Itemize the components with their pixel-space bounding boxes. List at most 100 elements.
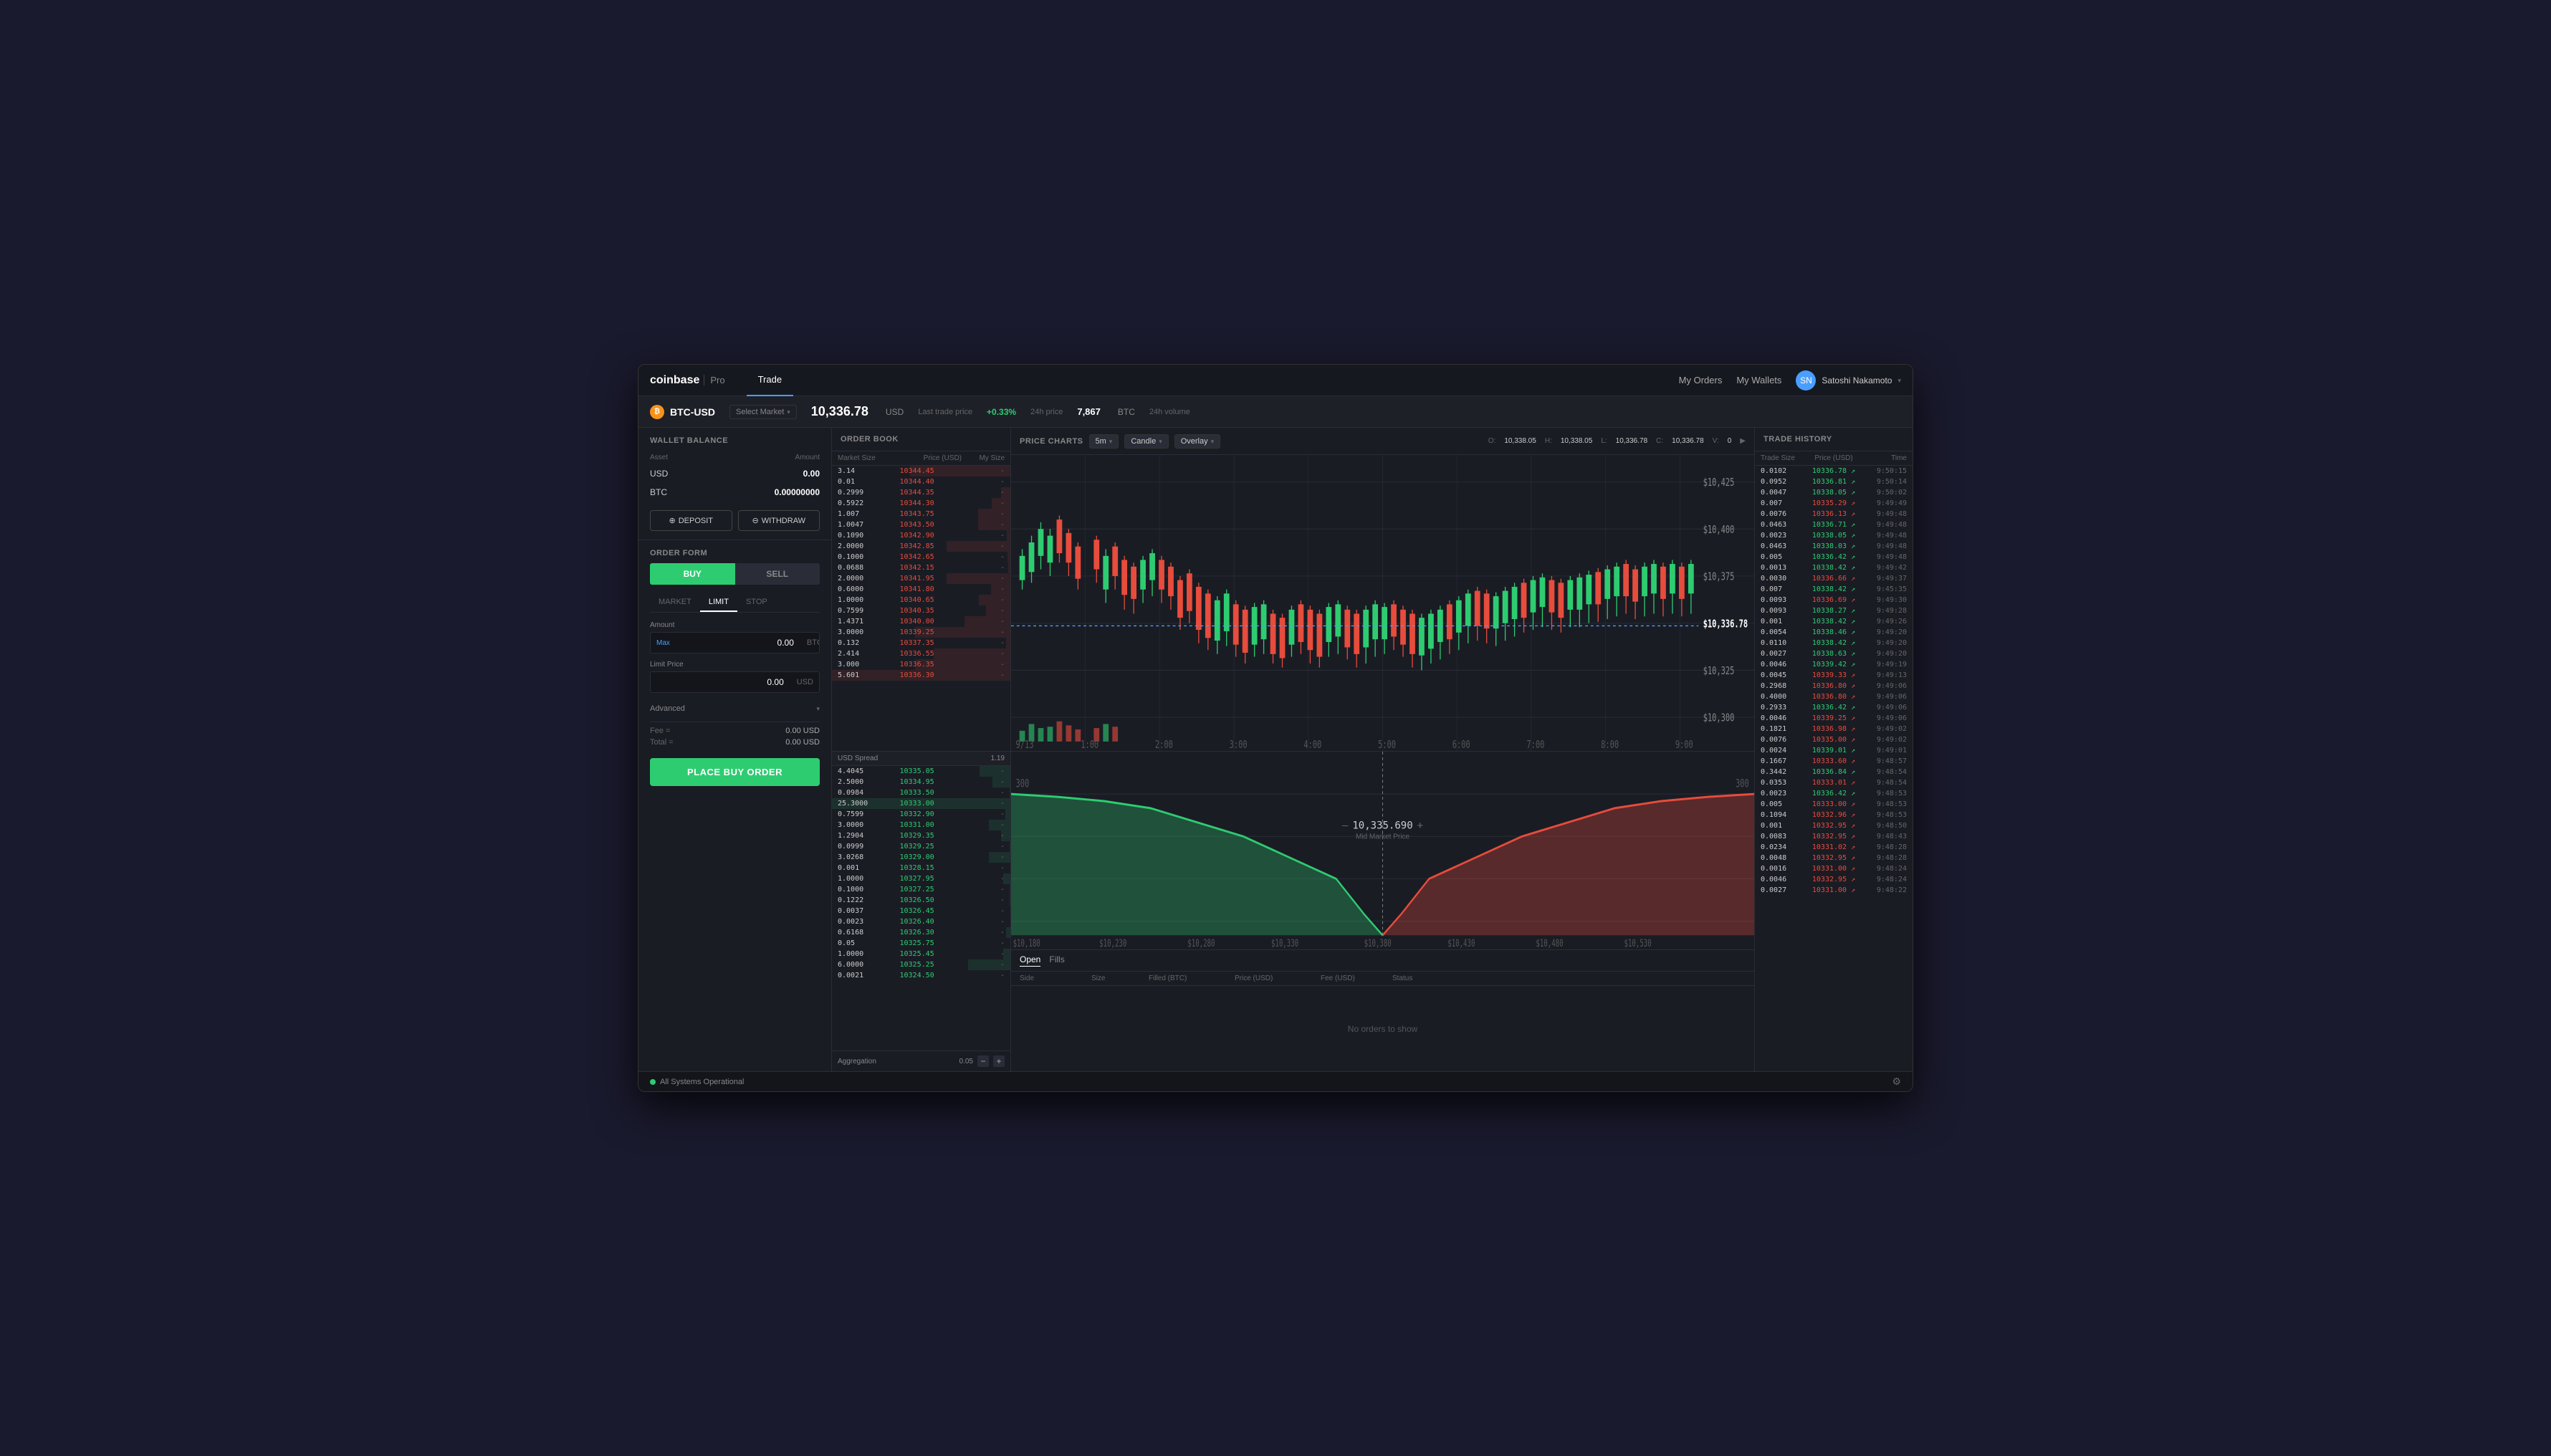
order-book-ask-row[interactable]: 3.0000 10339.25 -: [832, 627, 1010, 638]
trade-history-row[interactable]: 0.0045 10339.33 ↗ 9:49:13: [1755, 670, 1913, 681]
trade-history-row[interactable]: 0.0076 10336.13 ↗ 9:49:48: [1755, 509, 1913, 519]
nav-tab-trade[interactable]: Trade: [747, 365, 793, 396]
trade-history-row[interactable]: 0.007 10338.42 ↗ 9:45:35: [1755, 584, 1913, 595]
order-book-bid-row[interactable]: 0.0037 10326.45 -: [832, 906, 1010, 916]
trade-history-row[interactable]: 0.0093 10338.27 ↗ 9:49:28: [1755, 605, 1913, 616]
order-book-ask-row[interactable]: 1.0047 10343.50 -: [832, 519, 1010, 530]
limit-order-tab[interactable]: LIMIT: [700, 593, 737, 612]
amount-max[interactable]: Max: [651, 639, 676, 647]
nav-my-wallets[interactable]: My Wallets: [1736, 375, 1781, 385]
trade-history-row[interactable]: 0.001 10332.95 ↗ 9:48:50: [1755, 820, 1913, 831]
order-book-bid-row[interactable]: 3.0268 10329.00 -: [832, 852, 1010, 863]
order-book-bid-row[interactable]: 2.5000 10334.95 -: [832, 777, 1010, 787]
order-book-ask-row[interactable]: 0.01 10344.40 -: [832, 476, 1010, 487]
order-book-bid-row[interactable]: 0.05 10325.75 -: [832, 938, 1010, 949]
place-buy-order-button[interactable]: PLACE BUY ORDER: [650, 758, 820, 786]
advanced-row[interactable]: Advanced: [650, 700, 820, 717]
trade-history-row[interactable]: 0.0047 10338.05 ↗ 9:50:02: [1755, 487, 1913, 498]
limit-price-input[interactable]: [651, 672, 791, 692]
order-book-bid-row[interactable]: 0.7599 10332.90 -: [832, 809, 1010, 820]
order-book-ask-row[interactable]: 2.414 10336.55 -: [832, 648, 1010, 659]
trade-history-row[interactable]: 0.0110 10338.42 ↗ 9:49:20: [1755, 638, 1913, 648]
order-book-ask-row[interactable]: 3.14 10344.45 -: [832, 466, 1010, 476]
overlay-select[interactable]: Overlay: [1174, 434, 1220, 449]
trade-history-row[interactable]: 0.0027 10331.00 ↗ 9:48:22: [1755, 885, 1913, 896]
order-book-bid-row[interactable]: 25.3000 10333.00 -: [832, 798, 1010, 809]
order-book-bid-row[interactable]: 0.001 10328.15 -: [832, 863, 1010, 873]
agg-minus-button[interactable]: −: [977, 1055, 989, 1067]
user-area[interactable]: SN Satoshi Nakamoto: [1796, 370, 1901, 391]
order-book-ask-row[interactable]: 2.0000 10342.85 -: [832, 541, 1010, 552]
order-book-bid-row[interactable]: 0.6168 10326.30 -: [832, 927, 1010, 938]
trade-history-row[interactable]: 0.0023 10336.42 ↗ 9:48:53: [1755, 788, 1913, 799]
trade-history-row[interactable]: 0.1821 10336.98 ↗ 9:49:02: [1755, 724, 1913, 734]
order-book-bid-row[interactable]: 0.0999 10329.25 -: [832, 841, 1010, 852]
trade-history-row[interactable]: 0.0030 10336.66 ↗ 9:49:37: [1755, 573, 1913, 584]
order-book-bid-row[interactable]: 4.4045 10335.05 -: [832, 766, 1010, 777]
order-book-ask-row[interactable]: 1.4371 10340.00 -: [832, 616, 1010, 627]
trade-history-row[interactable]: 0.0102 10336.78 ↗ 9:50:15: [1755, 466, 1913, 476]
order-book-bid-row[interactable]: 3.0000 10331.00 -: [832, 820, 1010, 830]
trade-history-row[interactable]: 0.0046 10339.42 ↗ 9:49:19: [1755, 659, 1913, 670]
order-book-ask-row[interactable]: 1.007 10343.75 -: [832, 509, 1010, 519]
order-book-ask-row[interactable]: 0.7599 10340.35 -: [832, 605, 1010, 616]
trade-history-row[interactable]: 0.3442 10336.84 ↗ 9:48:54: [1755, 767, 1913, 777]
trade-history-row[interactable]: 0.0093 10336.69 ↗ 9:49:30: [1755, 595, 1913, 605]
fills-tab[interactable]: Fills: [1049, 954, 1064, 967]
trade-history-row[interactable]: 0.0046 10339.25 ↗ 9:49:06: [1755, 713, 1913, 724]
trade-history-row[interactable]: 0.1094 10332.96 ↗ 9:48:53: [1755, 810, 1913, 820]
select-market-button[interactable]: Select Market: [729, 405, 797, 419]
order-book-ask-row[interactable]: 0.1090 10342.90 -: [832, 530, 1010, 541]
stop-order-tab[interactable]: STOP: [737, 593, 776, 612]
order-book-ask-row[interactable]: 0.132 10337.35 -: [832, 638, 1010, 648]
trade-history-row[interactable]: 0.0054 10338.46 ↗ 9:49:20: [1755, 627, 1913, 638]
trade-history-row[interactable]: 0.0463 10338.03 ↗ 9:49:48: [1755, 541, 1913, 552]
chart-nav-forward[interactable]: ▶: [1740, 437, 1746, 445]
order-book-ask-row[interactable]: 5.601 10336.30 -: [832, 670, 1010, 681]
agg-plus-button[interactable]: +: [993, 1055, 1005, 1067]
order-book-ask-row[interactable]: 2.0000 10341.95 -: [832, 573, 1010, 584]
order-book-ask-row[interactable]: 3.000 10336.35 -: [832, 659, 1010, 670]
order-book-bid-row[interactable]: 6.0000 10325.25 -: [832, 959, 1010, 970]
order-book-ask-row[interactable]: 0.2999 10344.35 -: [832, 487, 1010, 498]
trade-history-row[interactable]: 0.0016 10331.00 ↗ 9:48:24: [1755, 863, 1913, 874]
trade-history-row[interactable]: 0.0234 10331.02 ↗ 9:48:28: [1755, 842, 1913, 853]
timeframe-select[interactable]: 5m: [1089, 434, 1119, 449]
trade-history-row[interactable]: 0.0083 10332.95 ↗ 9:48:43: [1755, 831, 1913, 842]
trade-history-row[interactable]: 0.0048 10332.95 ↗ 9:48:28: [1755, 853, 1913, 863]
chart-type-select[interactable]: Candle: [1124, 434, 1168, 449]
trade-history-row[interactable]: 0.0013 10338.42 ↗ 9:49:42: [1755, 562, 1913, 573]
trade-history-row[interactable]: 0.001 10338.42 ↗ 9:49:26: [1755, 616, 1913, 627]
trade-history-row[interactable]: 0.0076 10335.00 ↗ 9:49:02: [1755, 734, 1913, 745]
order-book-bid-row[interactable]: 0.1222 10326.50 -: [832, 895, 1010, 906]
trade-history-row[interactable]: 0.005 10333.00 ↗ 9:48:53: [1755, 799, 1913, 810]
order-book-ask-row[interactable]: 0.1000 10342.65 -: [832, 552, 1010, 562]
buy-tab[interactable]: BUY: [650, 563, 735, 585]
trade-history-row[interactable]: 0.0027 10338.63 ↗ 9:49:20: [1755, 648, 1913, 659]
withdraw-button[interactable]: ⊖ WITHDRAW: [738, 510, 820, 531]
deposit-button[interactable]: ⊕ DEPOSIT: [650, 510, 732, 531]
trade-history-row[interactable]: 0.0046 10332.95 ↗ 9:48:24: [1755, 874, 1913, 885]
trade-history-row[interactable]: 0.0353 10333.01 ↗ 9:48:54: [1755, 777, 1913, 788]
order-book-bid-row[interactable]: 0.0021 10324.50 -: [832, 970, 1010, 981]
order-book-bid-row[interactable]: 1.0000 10325.45 -: [832, 949, 1010, 959]
order-book-bid-row[interactable]: 0.0023 10326.40 -: [832, 916, 1010, 927]
order-book-ask-row[interactable]: 0.5922 10344.30 -: [832, 498, 1010, 509]
nav-my-orders[interactable]: My Orders: [1679, 375, 1723, 385]
amount-input[interactable]: [676, 633, 801, 653]
order-book-bid-row[interactable]: 0.1000 10327.25 -: [832, 884, 1010, 895]
order-book-bid-row[interactable]: 1.2904 10329.35 -: [832, 830, 1010, 841]
trade-history-row[interactable]: 0.0952 10336.81 ↗ 9:50:14: [1755, 476, 1913, 487]
trade-history-row[interactable]: 0.1667 10333.60 ↗ 9:48:57: [1755, 756, 1913, 767]
order-book-bid-row[interactable]: 1.0000 10327.95 -: [832, 873, 1010, 884]
open-orders-tab[interactable]: Open: [1020, 954, 1040, 967]
order-book-ask-row[interactable]: 1.0000 10340.65 -: [832, 595, 1010, 605]
sell-tab[interactable]: SELL: [735, 563, 820, 585]
market-order-tab[interactable]: MARKET: [650, 593, 700, 612]
order-book-bid-row[interactable]: 0.0984 10333.50 -: [832, 787, 1010, 798]
order-book-ask-row[interactable]: 0.6000 10341.80 -: [832, 584, 1010, 595]
trade-history-row[interactable]: 0.4000 10336.80 ↗ 9:49:06: [1755, 691, 1913, 702]
trade-history-row[interactable]: 0.007 10335.29 ↗ 9:49:49: [1755, 498, 1913, 509]
trade-history-row[interactable]: 0.0024 10339.01 ↗ 9:49:01: [1755, 745, 1913, 756]
trade-history-row[interactable]: 0.2933 10336.42 ↗ 9:49:06: [1755, 702, 1913, 713]
